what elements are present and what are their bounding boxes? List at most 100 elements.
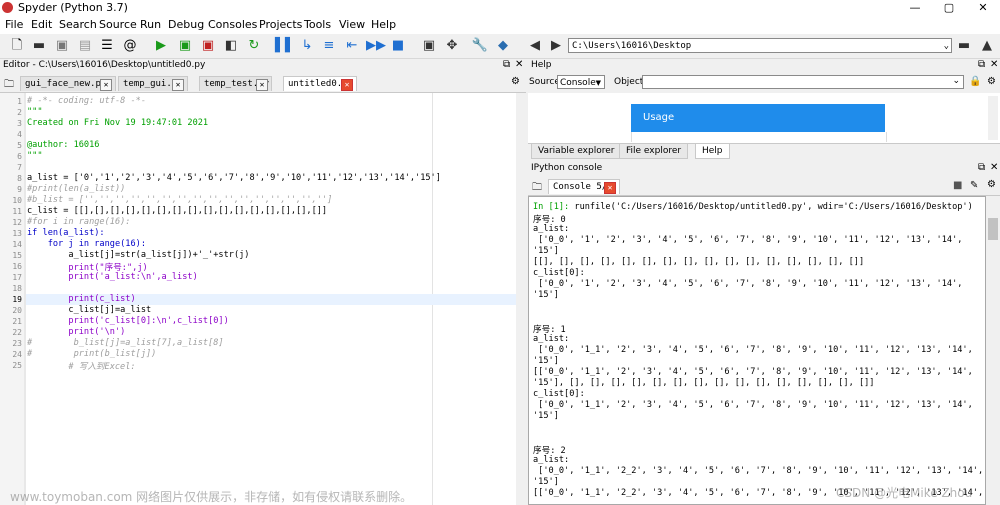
close-button[interactable]: ✕ xyxy=(966,0,1000,16)
menu-edit[interactable]: Edit xyxy=(31,18,52,31)
code-line: """ xyxy=(27,151,43,161)
source-select[interactable]: Console ▼ xyxy=(557,75,605,89)
object-input[interactable]: ⌄ xyxy=(642,75,964,89)
tab-console-5a[interactable]: Console 5/A ✕ xyxy=(548,179,620,194)
debug-icon[interactable]: ▌▌ xyxy=(275,37,295,55)
tab-temp-test[interactable]: temp_test.py ✕ xyxy=(199,76,272,91)
chevron-down-icon[interactable]: ⌄ xyxy=(952,76,960,86)
close-pane-icon[interactable]: ✕ xyxy=(515,59,523,70)
tab-temp-gui[interactable]: temp_gui.py ✕ xyxy=(118,76,188,91)
menu-debug[interactable]: Debug xyxy=(168,18,204,31)
chevron-down-icon[interactable]: ⌄ xyxy=(944,39,949,54)
list-icon[interactable]: ☰ xyxy=(98,37,116,55)
help-toolbar: Source Console ▼ Object ⌄ 🔒 ⚙ xyxy=(528,74,1000,92)
options-gear-icon[interactable]: ⚙ xyxy=(511,76,520,87)
undock-icon[interactable]: ⧉ xyxy=(978,162,985,173)
menu-file[interactable]: File xyxy=(5,18,23,31)
code-line: if len(a_list): xyxy=(27,228,105,238)
menu-tools[interactable]: Tools xyxy=(304,18,331,31)
working-directory-input[interactable]: C:\Users\16016\Desktop ⌄ xyxy=(568,38,952,53)
line-number: 24 xyxy=(12,350,22,359)
minimize-button[interactable]: — xyxy=(898,0,932,16)
rerun-icon[interactable]: ↻ xyxy=(245,37,263,55)
menu-view[interactable]: View xyxy=(339,18,365,31)
maximize-pane-icon[interactable]: ▣ xyxy=(420,37,438,55)
run-cell-icon[interactable]: ▣ xyxy=(176,37,194,55)
python-icon[interactable]: ◆ xyxy=(494,37,512,55)
options-gear-icon[interactable]: ⚙ xyxy=(987,76,996,87)
edit-icon[interactable]: ✎ xyxy=(970,180,978,191)
maximize-button[interactable]: ▢ xyxy=(932,0,966,16)
code-line: c_list[j]=a_list xyxy=(27,305,152,315)
menu-consoles[interactable]: Consoles xyxy=(208,18,257,31)
browse-tabs-icon[interactable]: 🗀 xyxy=(4,77,14,94)
step-icon[interactable]: ↳ xyxy=(298,37,316,55)
undock-icon[interactable]: ⧉ xyxy=(978,59,985,70)
step-into-icon[interactable]: ≡ xyxy=(320,37,338,55)
menu-help[interactable]: Help xyxy=(371,18,396,31)
back-icon[interactable]: ◀ xyxy=(526,37,544,55)
line-number: 6 xyxy=(17,152,22,161)
forward-icon[interactable]: ▶ xyxy=(547,37,565,55)
console-title: IPython console xyxy=(531,163,603,173)
console-line: '15'] xyxy=(533,356,559,366)
tab-untitled0[interactable]: untitled0.py ✕ xyxy=(283,76,357,91)
code-line: a_list[j]=str(a_list[j])+'_'+str(j) xyxy=(27,250,250,260)
tab-help[interactable]: Help xyxy=(695,144,730,159)
line-number: 4 xyxy=(17,130,22,139)
at-icon[interactable]: @ xyxy=(121,37,139,55)
stop-kernel-icon[interactable]: ■ xyxy=(953,180,962,191)
new-file-icon[interactable]: 🗋 xyxy=(8,37,26,55)
console-line: ['0_0', '1_1', '2_2', '3', '4', '5', '6'… xyxy=(533,466,984,476)
browse-folder-icon[interactable]: ▬ xyxy=(955,37,973,55)
menu-run[interactable]: Run xyxy=(140,18,161,31)
browse-tabs-icon[interactable]: 🗀 xyxy=(532,180,542,197)
close-tab-icon[interactable]: ✕ xyxy=(172,79,184,91)
undock-icon[interactable]: ⧉ xyxy=(503,59,510,70)
close-tab-icon[interactable]: ✕ xyxy=(100,79,112,91)
run-selection-icon[interactable]: ◧ xyxy=(222,37,240,55)
tab-gui-face-new[interactable]: gui_face_new.py ✕ xyxy=(20,76,116,91)
close-tab-icon[interactable]: ✕ xyxy=(256,79,268,91)
continue-icon[interactable]: ▶▶ xyxy=(366,37,386,55)
spyder-logo-icon xyxy=(2,2,13,13)
usage-body xyxy=(631,132,887,142)
help-scrollbar[interactable] xyxy=(988,96,998,140)
line-number: 10 xyxy=(12,196,22,205)
fullscreen-icon[interactable]: ✥ xyxy=(443,37,461,55)
options-gear-icon[interactable]: ⚙ xyxy=(987,179,996,190)
close-pane-icon[interactable]: ✕ xyxy=(990,162,998,173)
line-number: 7 xyxy=(17,163,22,172)
lock-icon[interactable]: 🔒 xyxy=(969,76,981,87)
run-icon[interactable]: ▶ xyxy=(152,37,170,55)
console-scrollbar[interactable] xyxy=(987,196,1000,505)
line-number: 25 xyxy=(12,361,22,370)
wrench-icon[interactable]: 🔧 xyxy=(471,37,489,55)
console-line: '15'], [], [], [], [], [], [], [], [], [… xyxy=(533,378,875,388)
close-tab-icon[interactable]: ✕ xyxy=(604,182,616,194)
open-folder-icon[interactable]: ▬ xyxy=(30,37,48,55)
tab-variable-explorer[interactable]: Variable explorer xyxy=(531,144,622,159)
save-icon[interactable]: ▣ xyxy=(53,37,71,55)
menu-projects[interactable]: Projects xyxy=(259,18,302,31)
line-number: 3 xyxy=(17,119,22,128)
code-editor[interactable]: 1 2 3 4 5 6 7 8 9 10 11 12 13 14 15 16 1… xyxy=(0,93,523,505)
close-pane-icon[interactable]: ✕ xyxy=(990,59,998,70)
scrollbar-thumb[interactable] xyxy=(988,218,998,240)
code-line: # b_list[j]=a_list[7],a_list[8] xyxy=(27,338,224,348)
step-return-icon[interactable]: ⇤ xyxy=(343,37,361,55)
menu-source[interactable]: Source xyxy=(99,18,137,31)
run-cell-advance-icon[interactable]: ▣ xyxy=(199,37,217,55)
save-all-icon[interactable]: ▤ xyxy=(76,37,94,55)
line-number: 21 xyxy=(12,317,22,326)
console-tab-bar: 🗀 Console 5/A ✕ ■ ✎ ⚙ xyxy=(528,177,1000,196)
menu-search[interactable]: Search xyxy=(59,18,97,31)
parent-dir-icon[interactable]: ▲ xyxy=(978,37,996,55)
stop-icon[interactable]: ■ xyxy=(389,37,407,55)
close-tab-icon[interactable]: ✕ xyxy=(341,79,353,91)
editor-scrollbar[interactable] xyxy=(516,93,526,505)
tab-file-explorer[interactable]: File explorer xyxy=(619,144,689,159)
ipython-console-output[interactable]: In [1]: runfile('C:/Users/16016/Desktop/… xyxy=(528,196,986,505)
chevron-down-icon: ▼ xyxy=(595,79,601,87)
console-line: '15'] xyxy=(533,477,559,487)
